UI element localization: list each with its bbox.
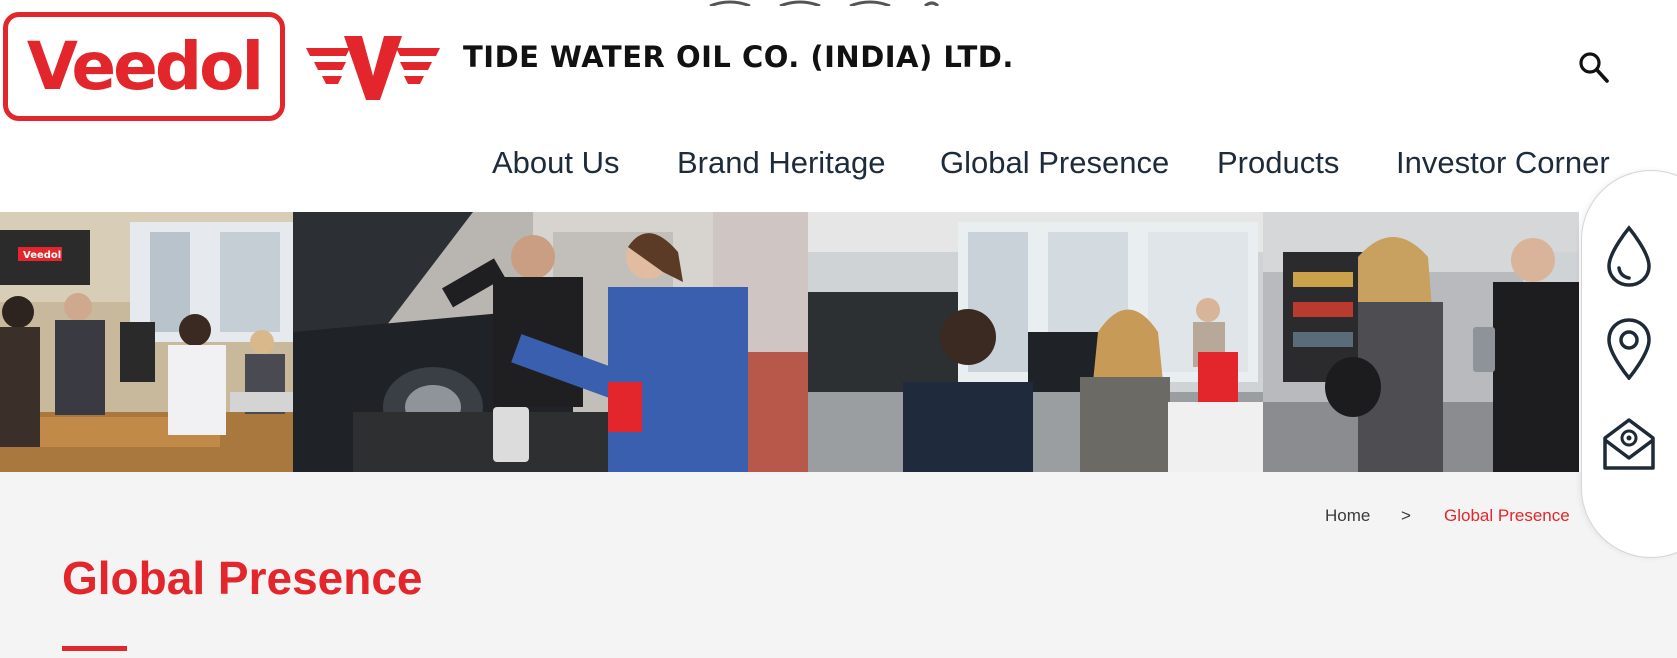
nav-item-about-us[interactable]: About Us [492,138,620,188]
nav-item-brand-heritage[interactable]: Brand Heritage [677,138,886,188]
breadcrumb-chevron-icon: > [1401,506,1411,525]
breadcrumb-home-link[interactable]: Home [1325,506,1370,526]
banner-photo-engine-service [293,212,808,472]
hero-banner: Veedol [0,212,1579,472]
banner-logo-sign: Veedol [23,250,61,261]
partial-arc-decoration [709,0,940,6]
logo-text: Veedol [26,27,264,105]
page-title: Global Presence [62,552,423,604]
nav-item-global-presence[interactable]: Global Presence [940,138,1169,188]
veedol-logo[interactable]: Veedol [3,12,285,121]
site-header: Veedol TIDE WATER OIL CO. (INDIA) LTD. A… [0,0,1677,212]
banner-photo-product-consultation [1263,212,1579,472]
banner-photo-key-handover [808,212,1263,472]
banner-photo-showroom-desk: Veedol [0,212,293,472]
email-envelope-icon[interactable] [1601,408,1657,472]
oil-drop-icon[interactable] [1601,224,1657,288]
nav-item-investor-corner[interactable]: Investor Corner [1396,138,1610,188]
main-navigation: About Us Brand Heritage Global Presence … [0,138,1677,188]
winged-v-emblem [306,36,440,100]
breadcrumb-current: Global Presence [1444,506,1570,525]
company-name: TIDE WATER OIL CO. (INDIA) LTD. [463,40,1014,74]
nav-item-products[interactable]: Products [1217,138,1339,188]
search-icon[interactable] [1578,50,1610,84]
title-underline [62,646,127,651]
location-pin-icon[interactable] [1601,316,1657,380]
